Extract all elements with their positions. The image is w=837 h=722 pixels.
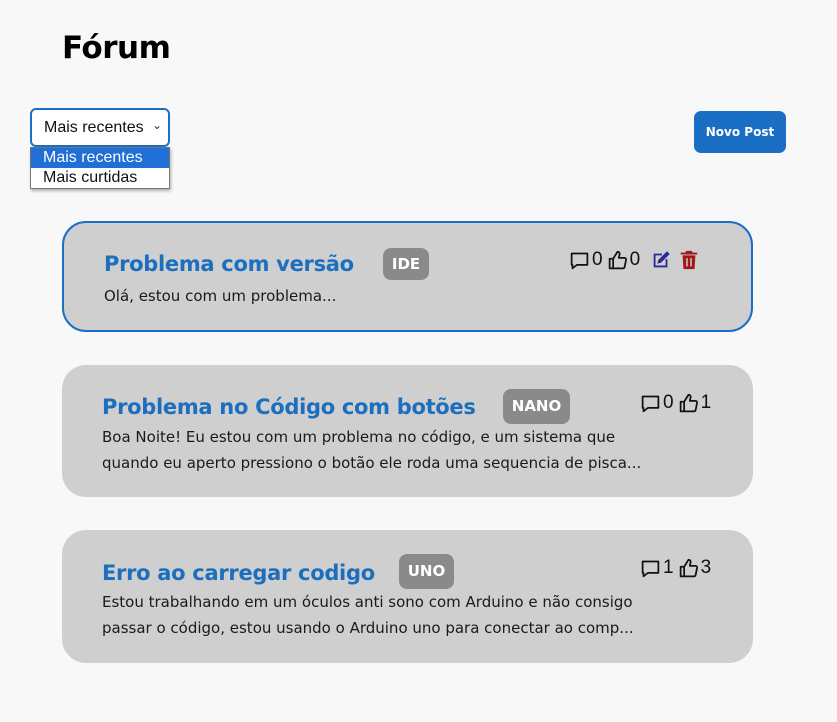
- sort-selected-value: Mais recentes: [44, 119, 144, 136]
- post-tag: IDE: [383, 248, 429, 280]
- excerpt-line: Boa Noite! Eu estou com um problema no c…: [102, 428, 616, 446]
- thumbs-up-icon[interactable]: [607, 250, 628, 271]
- new-post-button[interactable]: Novo Post: [694, 111, 786, 153]
- excerpt-line: Olá, estou com um problema...: [104, 287, 337, 305]
- comment-icon: [640, 558, 661, 579]
- thumbs-up-icon[interactable]: [678, 393, 699, 414]
- excerpt-line: quando eu aperto pressiono o botão ele r…: [102, 454, 642, 472]
- post-card[interactable]: Erro ao carregar codigo UNO Estou trabal…: [62, 530, 753, 663]
- excerpt-line: passar o código, estou usando o Arduino …: [102, 619, 634, 637]
- post-stats: 0 0: [569, 249, 700, 271]
- sort-option-most-liked[interactable]: Mais curtidas: [31, 168, 169, 188]
- sort-select[interactable]: Mais recentes ⌄: [30, 108, 170, 147]
- post-card[interactable]: Problema no Código com botões NANO Boa N…: [62, 365, 753, 497]
- post-title[interactable]: Problema no Código com botões: [102, 395, 476, 419]
- post-tag: NANO: [503, 389, 570, 424]
- post-tag: UNO: [399, 554, 454, 589]
- post-stats: 1 3: [640, 557, 715, 579]
- forum-page: Fórum Mais recentes ⌄ Mais recentes Mais…: [0, 0, 837, 722]
- post-stats: 0 1: [640, 392, 715, 414]
- post-excerpt: Olá, estou com um problema...: [104, 283, 336, 309]
- sort-option-recent[interactable]: Mais recentes: [31, 148, 169, 168]
- comment-icon: [640, 393, 661, 414]
- post-title[interactable]: Problema com versão: [104, 252, 354, 276]
- like-count: 0: [629, 249, 641, 270]
- post-excerpt: Boa Noite! Eu estou com um problema no c…: [102, 424, 641, 476]
- trash-icon[interactable]: [678, 249, 700, 271]
- comment-count: 0: [592, 249, 603, 270]
- like-count: 3: [700, 557, 712, 578]
- excerpt-line: Estou trabalhando em um óculos anti sono…: [102, 593, 633, 611]
- post-title[interactable]: Erro ao carregar codigo: [102, 561, 375, 585]
- thumbs-up-icon[interactable]: [678, 558, 699, 579]
- comment-icon: [569, 250, 590, 271]
- edit-icon[interactable]: [650, 249, 672, 271]
- sort-dropdown: Mais recentes Mais curtidas: [30, 147, 170, 189]
- page-title: Fórum: [62, 30, 171, 66]
- chevron-down-icon: ⌄: [151, 118, 162, 132]
- comment-count: 0: [663, 392, 674, 413]
- post-excerpt: Estou trabalhando em um óculos anti sono…: [102, 589, 634, 641]
- comment-count: 1: [663, 557, 674, 578]
- post-card[interactable]: Problema com versão IDE Olá, estou com u…: [62, 221, 753, 332]
- like-count: 1: [700, 392, 712, 413]
